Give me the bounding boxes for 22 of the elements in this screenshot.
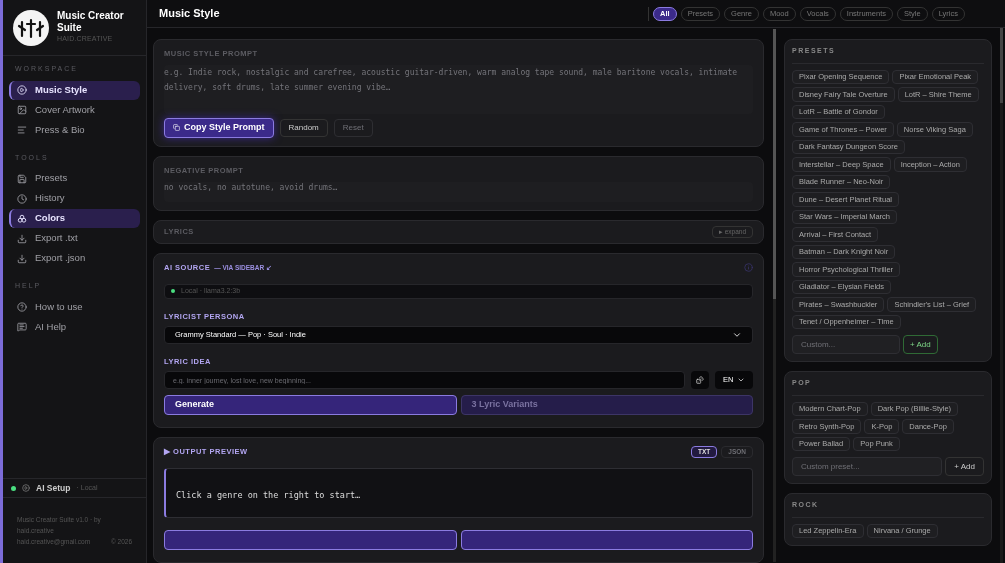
sidebar-item[interactable]: How to use [9, 297, 140, 317]
page-title: Music Style [159, 6, 220, 22]
app-title: Music Creator Suite [57, 10, 125, 35]
sidebar-item[interactable]: History [9, 189, 140, 208]
sidebar-item[interactable]: Presets [9, 169, 140, 188]
sidebar-item[interactable]: AI Help [9, 317, 140, 337]
output-text-area: Click a genre on the right to start… [164, 468, 753, 518]
prompt-button[interactable]: Random [279, 118, 328, 137]
sidebar-item[interactable]: Export .txt [9, 229, 140, 248]
add-button[interactable]: + Add [945, 457, 984, 476]
custom-preset-field[interactable]: Custom preset... [792, 457, 943, 476]
add-button[interactable]: + Add [903, 335, 938, 354]
sidebar-item[interactable]: Press & Bio [9, 120, 140, 140]
sidebar-item[interactable]: Music Style [9, 80, 140, 100]
prompt-button[interactable]: Copy Style Prompt [164, 117, 274, 138]
sidebar-item[interactable]: Colors [9, 209, 140, 228]
variants-button[interactable]: 3 Lyric Variants [460, 395, 753, 415]
sidebar-item[interactable]: Export .json [9, 249, 140, 268]
custom-preset-field[interactable]: Custom... [792, 335, 900, 354]
generate-button[interactable]: Generate [164, 395, 457, 415]
ai-setup-button[interactable]: AI Setup [36, 481, 71, 495]
sidebar-item[interactable]: Cover Artwork [9, 100, 140, 120]
